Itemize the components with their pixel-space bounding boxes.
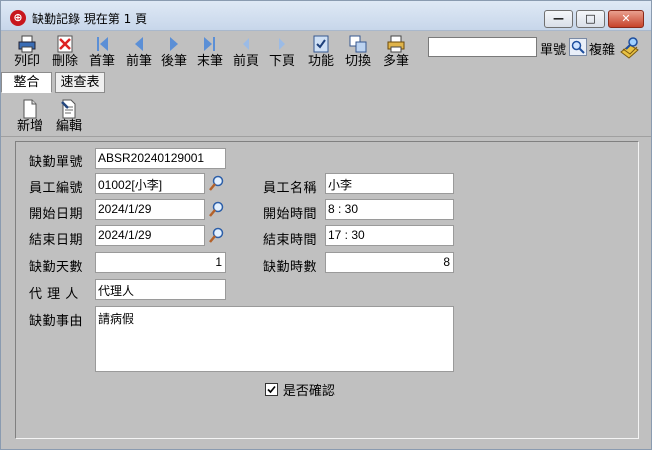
absence-days-field[interactable]: 1 (95, 252, 226, 273)
absence-hours-field[interactable]: 8 (325, 252, 454, 273)
next-page-icon (279, 38, 285, 50)
end-time-field[interactable]: 17 : 30 (325, 225, 454, 246)
edit-button[interactable]: 編輯 (54, 98, 84, 136)
record-no-search-input[interactable] (428, 37, 537, 57)
printer-icon (18, 35, 36, 53)
agent-field[interactable]: 代理人 (95, 279, 226, 300)
absence-no-label: 缺勤單號 (29, 155, 84, 170)
confirmed-label: 是否確認 (282, 384, 335, 399)
prev-page-icon (243, 38, 249, 50)
app-logo-icon: ⊕ (10, 10, 26, 26)
check-mark-icon (267, 385, 276, 394)
function-button[interactable]: 功能 (306, 33, 336, 71)
edit-document-icon (61, 99, 76, 119)
employee-name-field[interactable]: 小李 (325, 173, 454, 194)
absence-hours-label: 缺勤時數 (263, 260, 318, 275)
close-button[interactable]: ✕ (608, 10, 644, 28)
last-record-icon (204, 37, 215, 51)
minimize-icon: — (553, 12, 564, 25)
lookup-icon (209, 227, 224, 243)
last-record-button[interactable]: 末筆 (195, 33, 225, 71)
complex-search-label: 複雜 (589, 43, 616, 58)
reason-textarea[interactable]: 請病假 (95, 306, 454, 372)
tab-quick-lookup[interactable]: 速查表 (55, 72, 105, 93)
print-button[interactable]: 列印 (12, 33, 42, 71)
employee-no-field[interactable]: 01002[小李] (95, 173, 205, 194)
lookup-icon (209, 175, 224, 191)
prev-record-icon (135, 37, 143, 51)
tab-integrated[interactable]: 整合 (1, 72, 52, 93)
new-document-icon (23, 99, 37, 119)
switch-view-icon (349, 35, 367, 53)
multi-record-icon (387, 35, 405, 53)
end-date-label: 結束日期 (29, 233, 84, 248)
close-icon: ✕ (621, 12, 631, 25)
next-page-button[interactable]: 下頁 (267, 33, 297, 71)
first-record-button[interactable]: 首筆 (87, 33, 117, 71)
maximize-icon: □ (585, 12, 596, 25)
absence-no-field[interactable]: ABSR20240129001 (95, 148, 226, 169)
end-time-label: 結束時間 (263, 233, 318, 248)
maximize-button[interactable]: □ (576, 10, 605, 28)
minimize-button[interactable]: — (544, 10, 573, 28)
app-window: ⊕ 缺勤記錄 現在第 1 頁 — □ ✕ 列印 刪除 首筆 前筆 後筆 末筆 前… (0, 0, 652, 450)
complex-search-icon (620, 37, 639, 59)
start-date-label: 開始日期 (29, 207, 84, 222)
next-record-icon (170, 37, 178, 51)
end-date-field[interactable]: 2024/1/29 (95, 225, 205, 246)
switch-view-button[interactable]: 切換 (343, 33, 373, 71)
start-time-label: 開始時間 (263, 207, 318, 222)
agent-label: 代 理 人 (29, 287, 79, 302)
absence-days-label: 缺勤天數 (29, 260, 84, 275)
lookup-icon (209, 201, 224, 217)
magnifier-icon (569, 38, 587, 56)
title-bar: ⊕ 缺勤記錄 現在第 1 頁 — □ ✕ (1, 1, 651, 31)
function-icon (313, 35, 329, 53)
employee-no-label: 員工編號 (29, 181, 84, 196)
add-button[interactable]: 新增 (15, 98, 45, 136)
first-record-icon (97, 37, 108, 51)
start-time-field[interactable]: 8 : 30 (325, 199, 454, 220)
confirmed-checkbox-row[interactable]: 是否確認 (265, 380, 335, 399)
multi-record-button[interactable]: 多筆 (381, 33, 411, 71)
prev-record-button[interactable]: 前筆 (124, 33, 154, 71)
confirmed-checkbox[interactable] (265, 383, 278, 396)
reason-label: 缺勤事由 (29, 314, 84, 329)
next-record-button[interactable]: 後筆 (159, 33, 189, 71)
delete-button[interactable]: 刪除 (50, 33, 80, 71)
record-toolbar: 新增 編輯 (1, 97, 651, 137)
start-date-picker-button[interactable] (208, 200, 226, 218)
delete-icon (57, 35, 73, 53)
employee-name-label: 員工名稱 (263, 181, 318, 196)
prev-page-button[interactable]: 前頁 (231, 33, 261, 71)
end-date-picker-button[interactable] (208, 226, 226, 244)
search-button[interactable] (569, 38, 587, 56)
start-date-field[interactable]: 2024/1/29 (95, 199, 205, 220)
window-title: 缺勤記錄 現在第 1 頁 (32, 12, 148, 26)
complex-search-button[interactable] (618, 36, 640, 60)
record-no-label: 單號 (540, 43, 567, 58)
employee-lookup-button[interactable] (208, 174, 226, 192)
